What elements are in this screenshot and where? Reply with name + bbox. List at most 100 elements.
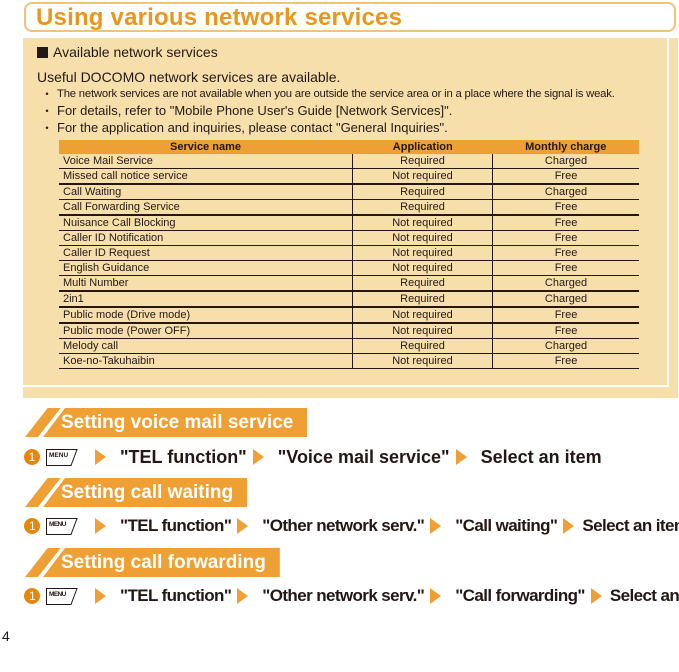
step-number-badge: 1	[24, 449, 40, 465]
application-cell: Required	[352, 154, 493, 169]
svg-text:MENU: MENU	[49, 521, 67, 528]
monthly-charge-cell: Charged	[492, 154, 639, 169]
table-header-row: Service name Application Monthly charge	[59, 140, 639, 154]
network-services-panel: Available network services Useful DOCOMO…	[23, 38, 678, 398]
table-row: Caller ID Request Not required Free	[59, 245, 639, 261]
application-cell: Not required	[352, 353, 493, 369]
step-arrow-icon	[237, 518, 249, 534]
application-cell: Required	[352, 291, 493, 308]
step-arrow-icon	[237, 588, 249, 604]
service-name-cell: Call Forwarding Service	[59, 199, 353, 216]
bullet-dot-icon: ・	[41, 87, 53, 101]
application-cell: Not required	[352, 168, 493, 185]
application-cell: Not required	[352, 245, 493, 261]
table-body: Voice Mail Service Required Charged Missed …	[59, 154, 639, 369]
step-arrow-icon	[95, 518, 106, 534]
application-cell: Not required	[352, 215, 493, 231]
subheading-text: Available network services	[53, 44, 218, 60]
notes-list: ・ The network services are not available …	[37, 86, 615, 137]
service-name-cell: Multi Number	[59, 275, 353, 292]
application-cell: Required	[352, 275, 493, 292]
step-text: Select an item	[480, 446, 602, 467]
step-text: "Call waiting"	[455, 516, 558, 535]
service-name-cell: Missed call notice service	[59, 168, 353, 185]
menu-key-icon: MENU	[45, 587, 79, 606]
page-title: Using various network services	[36, 4, 403, 31]
call-forwarding-step: 1 MENU "TEL function" "Other network ser…	[24, 584, 679, 608]
bullet-dot-icon: ・	[41, 121, 54, 135]
step-text: "Voice mail service"	[277, 446, 450, 467]
table-row: Multi Number Required Charged	[59, 275, 639, 292]
application-cell: Required	[352, 199, 493, 216]
step-arrow-icon	[95, 588, 106, 604]
step-arrow-icon	[430, 588, 442, 604]
svg-text:MENU: MENU	[49, 591, 67, 598]
service-name-cell: Nuisance Call Blocking	[59, 215, 353, 231]
service-name-cell: Call Waiting	[59, 184, 353, 200]
monthly-charge-cell: Charged	[492, 275, 639, 292]
note-item: ・ The network services are not available …	[41, 87, 615, 101]
note-item: ・ For the application and inquiries, plea…	[41, 120, 448, 135]
table-row: Call Waiting Required Charged	[59, 184, 639, 200]
voice-mail-step: 1 MENU "TEL function" "Voice mail servic…	[24, 445, 602, 469]
application-cell: Not required	[352, 230, 493, 246]
service-name-cell: Voice Mail Service	[59, 154, 353, 169]
services-table: Service name Application Monthly charge …	[59, 140, 639, 369]
application-cell: Not required	[352, 323, 493, 339]
service-name-cell: Public mode (Drive mode)	[59, 307, 353, 324]
table-row: Missed call notice service Not required Fr…	[59, 168, 639, 185]
table-row: Koe-no-Takuhaibin Not required Free	[59, 353, 639, 369]
step-text: Select an item	[609, 586, 679, 605]
note-item: ・ For details, refer to "Mobile Phone Use…	[41, 103, 453, 118]
panel-lead-text: Useful DOCOMO network services are avail…	[37, 69, 341, 85]
page-number: 4	[2, 628, 10, 644]
step-arrow-icon	[252, 449, 264, 465]
menu-key-icon: MENU	[45, 448, 79, 467]
step-text: "Call forwarding"	[455, 586, 585, 605]
application-cell: Not required	[352, 307, 493, 324]
table-row: Public mode (Drive mode) Not required Free	[59, 307, 639, 324]
table-row: Caller ID Notification Not required Free	[59, 230, 639, 246]
step-arrow-icon	[430, 518, 442, 534]
step-text: "TEL function"	[120, 516, 232, 535]
call-waiting-step: 1 MENU "TEL function" "Other network ser…	[24, 514, 679, 538]
table-row: Call Forwarding Service Required Free	[59, 199, 639, 216]
column-header-monthly-charge: Monthly charge	[492, 140, 639, 154]
step-number-badge: 1	[24, 518, 40, 534]
monthly-charge-cell: Free	[492, 260, 639, 276]
application-cell: Required	[352, 338, 493, 354]
step-text: "Other network serv."	[262, 586, 425, 605]
step-text: "TEL function"	[120, 446, 247, 467]
square-bullet-icon	[37, 47, 48, 58]
header-band: Setting voice mail service	[43, 408, 308, 437]
service-name-cell: Koe-no-Takuhaibin	[59, 353, 353, 369]
table-row: Nuisance Call Blocking Not required Free	[59, 215, 639, 231]
step-text: "TEL function"	[120, 586, 232, 605]
application-cell: Required	[352, 184, 493, 200]
step-arrow-icon	[455, 449, 467, 465]
monthly-charge-cell: Free	[492, 215, 639, 231]
monthly-charge-cell: Free	[492, 199, 639, 216]
panel-subheading: Available network services	[37, 44, 218, 60]
table-row: Public mode (Power OFF) Not required Free	[59, 323, 639, 339]
monthly-charge-cell: Free	[492, 307, 639, 324]
monthly-charge-cell: Charged	[492, 184, 639, 200]
service-name-cell: English Guidance	[59, 260, 353, 276]
service-name-cell: Public mode (Power OFF)	[59, 323, 353, 339]
monthly-charge-cell: Free	[492, 323, 639, 339]
monthly-charge-cell: Charged	[492, 291, 639, 308]
header-band: Setting call forwarding	[43, 548, 280, 577]
step-number-badge: 1	[24, 588, 40, 604]
table-row: Melody call Required Charged	[59, 338, 639, 354]
table-row: English Guidance Not required Free	[59, 260, 639, 276]
table-row: 2in1 Required Charged	[59, 291, 639, 308]
step-arrow-icon	[590, 588, 602, 604]
monthly-charge-cell: Free	[492, 168, 639, 185]
step-text: "Other network serv."	[262, 516, 425, 535]
header-band: Setting call waiting	[43, 478, 248, 507]
column-header-service-name: Service name	[59, 140, 353, 154]
service-name-cell: Caller ID Request	[59, 245, 353, 261]
monthly-charge-cell: Free	[492, 245, 639, 261]
svg-text:MENU: MENU	[49, 452, 68, 459]
service-name-cell: Caller ID Notification	[59, 230, 353, 246]
